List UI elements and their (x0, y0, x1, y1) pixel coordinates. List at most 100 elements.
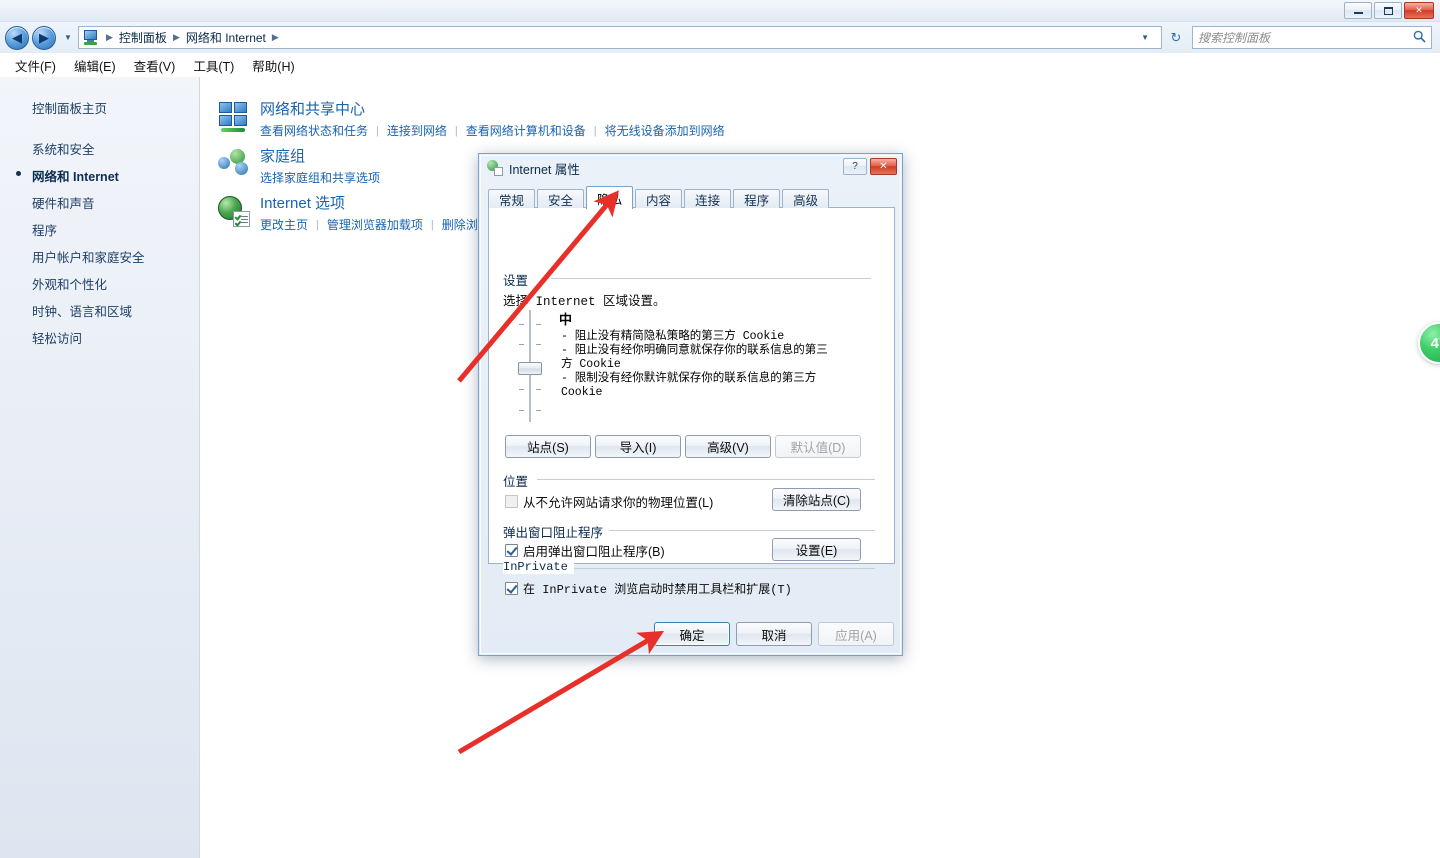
address-input[interactable]: ▶ 控制面板 ▶ 网络和 Internet ▶ ▼ (78, 26, 1162, 49)
help-button[interactable]: ? (843, 158, 867, 175)
tab-content[interactable]: 内容 (635, 189, 683, 208)
menu-view[interactable]: 查看(V) (125, 53, 185, 78)
link-manage-browser-addons[interactable]: 管理浏览器加载项 (327, 216, 423, 233)
tab-connections[interactable]: 连接 (684, 189, 732, 208)
sidebar-item-programs[interactable]: 程序 (0, 216, 199, 243)
zone-description-line-4: - 限制没有经你默许就保存你的联系信息的第三方 (561, 372, 817, 385)
link-divider: | (316, 218, 319, 231)
sidebar-item-ease-of-access[interactable]: 轻松访问 (0, 324, 199, 351)
sites-button[interactable]: 站点(S) (505, 435, 591, 458)
inprivate-group-label: InPrivate (503, 560, 574, 574)
popup-group-rule (595, 530, 875, 531)
link-choose-homegroup-options[interactable]: 选择家庭组和共享选项 (260, 169, 380, 186)
dialog-window-controls: ? ✕ (843, 158, 897, 175)
search-box[interactable]: 搜索控制面板 (1192, 26, 1432, 49)
menu-file[interactable]: 文件(F) (6, 53, 65, 78)
back-button[interactable]: ◀ (5, 25, 29, 50)
address-bar-row: ◀ ▶ ▼ ▶ 控制面板 ▶ 网络和 Internet ▶ ▼ ↻ 搜索控制面板 (0, 22, 1440, 53)
dialog-footer: 确定 取消 应用(A) (479, 609, 902, 655)
zone-description-line-3: 方 Cookie (561, 358, 621, 371)
enable-popup-blocker-row[interactable]: 启用弹出窗口阻止程序(B) (505, 541, 665, 560)
link-connect-to-network[interactable]: 连接到网络 (387, 122, 447, 139)
import-button[interactable]: 导入(I) (595, 435, 681, 458)
sidebar-item-user-accounts[interactable]: 用户帐户和家庭安全 (0, 243, 199, 270)
sidebar-item-clock-language-region[interactable]: 时钟、语言和区域 (0, 297, 199, 324)
tab-security[interactable]: 安全 (537, 189, 585, 208)
breadcrumb-sep: ▶ (172, 32, 180, 42)
sidebar-item-appearance[interactable]: 外观和个性化 (0, 270, 199, 297)
window-controls: ✕ (1344, 2, 1434, 19)
menu-tools[interactable]: 工具(T) (184, 53, 243, 78)
address-chevron-down-icon[interactable]: ▼ (1131, 33, 1159, 42)
link-divider: | (593, 124, 597, 137)
popup-settings-button[interactable]: 设置(E) (772, 538, 861, 561)
link-delete-browsing-history[interactable]: 删除浏 (442, 216, 478, 233)
menu-edit[interactable]: 编辑(E) (65, 53, 125, 78)
link-divider: | (430, 218, 434, 231)
zone-description-line-1: - 阻止没有精简隐私策略的第三方 Cookie (561, 330, 785, 343)
link-add-wireless-device[interactable]: 将无线设备添加到网络 (605, 122, 725, 139)
category-internet-options: Internet 选项 更改主页 | 管理浏览器加载项 | 删除浏 (218, 195, 478, 233)
location-group-rule (537, 479, 875, 480)
apply-button: 应用(A) (818, 622, 894, 646)
never-allow-location-checkbox[interactable] (505, 495, 518, 508)
breadcrumb-network-internet[interactable]: 网络和 Internet (181, 27, 271, 48)
tab-programs[interactable]: 程序 (733, 189, 781, 208)
zone-level-label: 中 (559, 312, 573, 327)
never-allow-location-row[interactable]: 从不允许网站请求你的物理位置(L) (505, 492, 713, 511)
cancel-button[interactable]: 取消 (736, 622, 812, 646)
window-titlebar: ✕ (0, 0, 1440, 22)
forward-button[interactable]: ▶ (32, 25, 56, 50)
dialog-title: Internet 属性 (509, 162, 580, 177)
menu-help[interactable]: 帮助(H) (243, 53, 303, 78)
never-allow-location-label: 从不允许网站请求你的物理位置(L) (523, 496, 714, 510)
close-icon[interactable]: ✕ (1404, 2, 1434, 19)
clear-sites-button[interactable]: 清除站点(C) (772, 488, 861, 511)
link-view-network-status[interactable]: 查看网络状态和任务 (260, 122, 368, 139)
category-title[interactable]: 家庭组 (260, 148, 380, 166)
tab-privacy[interactable]: 隐私 (586, 186, 634, 209)
disable-toolbars-inprivate-label: 在 InPrivate 浏览启动时禁用工具栏和扩展(T) (523, 583, 792, 597)
internet-properties-icon (487, 160, 503, 176)
maximize-button[interactable] (1374, 2, 1402, 19)
popup-group-label: 弹出窗口阻止程序 (503, 522, 610, 541)
enable-popup-blocker-checkbox[interactable] (505, 544, 518, 557)
link-view-network-computers[interactable]: 查看网络计算机和设备 (466, 122, 586, 139)
settings-group-rule (551, 278, 871, 279)
enable-popup-blocker-label: 启用弹出窗口阻止程序(B) (523, 545, 665, 559)
sidebar-item-hardware-sound[interactable]: 硬件和声音 (0, 189, 199, 216)
settings-group-label: 设置 (503, 270, 535, 289)
tab-advanced[interactable]: 高级 (782, 189, 830, 208)
sidebar-item-network-internet[interactable]: 网络和 Internet (0, 162, 199, 189)
recent-pages-chevron-down-icon[interactable]: ▼ (61, 33, 75, 42)
refresh-icon[interactable]: ↻ (1164, 26, 1188, 49)
internet-options-icon (218, 195, 250, 227)
link-divider: | (376, 124, 379, 137)
inprivate-group-rule (563, 568, 875, 569)
search-icon (1413, 30, 1426, 46)
category-title[interactable]: Internet 选项 (260, 195, 478, 213)
category-title[interactable]: 网络和共享中心 (260, 101, 725, 119)
control-panel-icon (83, 29, 101, 47)
advanced-button[interactable]: 高级(V) (685, 435, 771, 458)
zone-description-line-5: Cookie (561, 386, 603, 399)
search-input[interactable]: 搜索控制面板 (1198, 29, 1413, 46)
ok-button[interactable]: 确定 (654, 622, 730, 646)
privacy-level-slider[interactable] (513, 310, 547, 422)
sidebar-item-system-security[interactable]: 系统和安全 (0, 135, 199, 162)
breadcrumb-sep: ▶ (106, 32, 113, 42)
disable-toolbars-inprivate-checkbox[interactable] (505, 582, 518, 595)
slider-thumb[interactable] (518, 362, 542, 375)
checklist-glyph (233, 211, 250, 227)
breadcrumb-control-panel[interactable]: 控制面板 (114, 27, 172, 48)
tab-general[interactable]: 常规 (488, 189, 536, 208)
zone-description-line-2: - 阻止没有经你明确同意就保存你的联系信息的第三 (561, 344, 828, 357)
sidebar-item-home[interactable]: 控制面板主页 (0, 94, 199, 121)
dialog-titlebar: Internet 属性 ? ✕ (479, 154, 902, 182)
sidebar: 控制面板主页 系统和安全 网络和 Internet 硬件和声音 程序 用户帐户和… (0, 77, 200, 858)
dialog-close-icon[interactable]: ✕ (870, 158, 897, 175)
minimize-button[interactable] (1344, 2, 1372, 19)
disable-toolbars-inprivate-row[interactable]: 在 InPrivate 浏览启动时禁用工具栏和扩展(T) (505, 580, 792, 597)
link-change-homepage[interactable]: 更改主页 (260, 216, 308, 233)
default-button: 默认值(D) (775, 435, 861, 458)
